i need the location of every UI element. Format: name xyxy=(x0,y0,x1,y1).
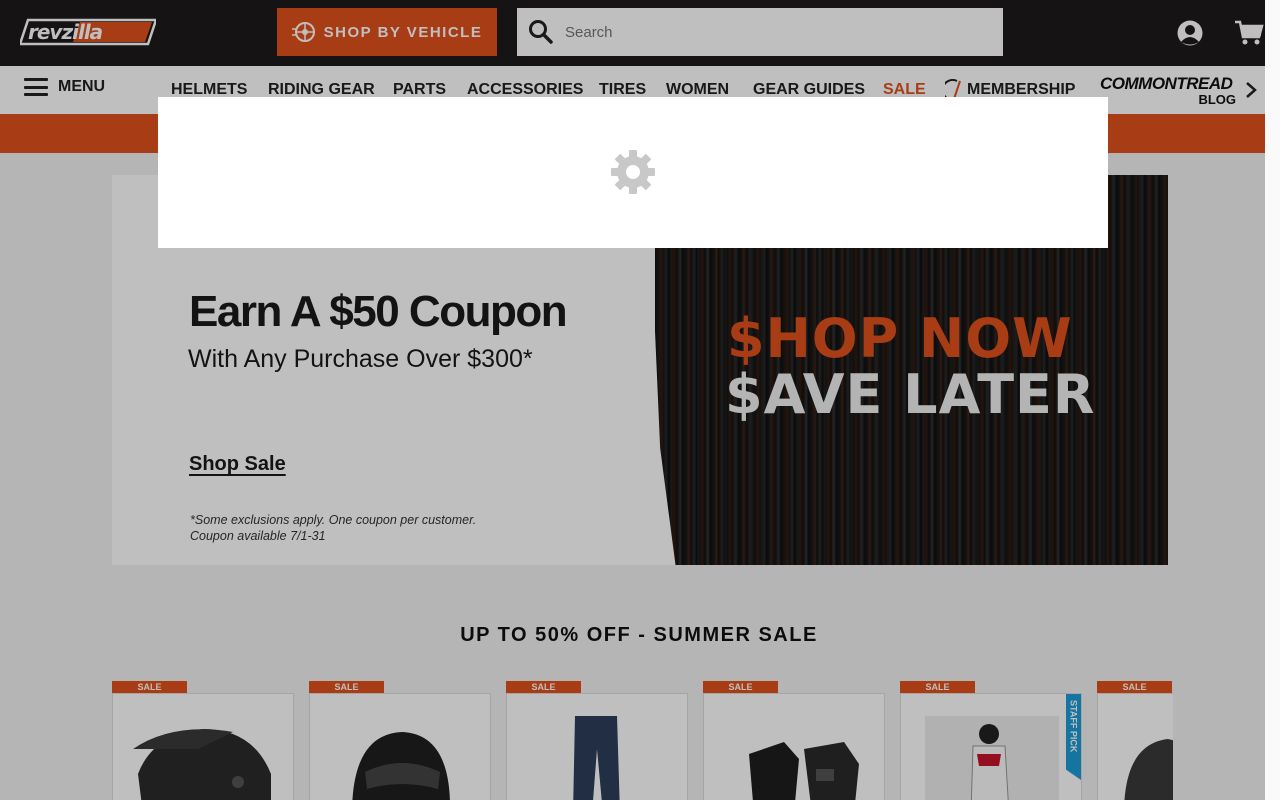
loading-modal xyxy=(158,97,1108,248)
scrollbar[interactable] xyxy=(1265,0,1280,800)
gear-icon xyxy=(611,150,655,194)
